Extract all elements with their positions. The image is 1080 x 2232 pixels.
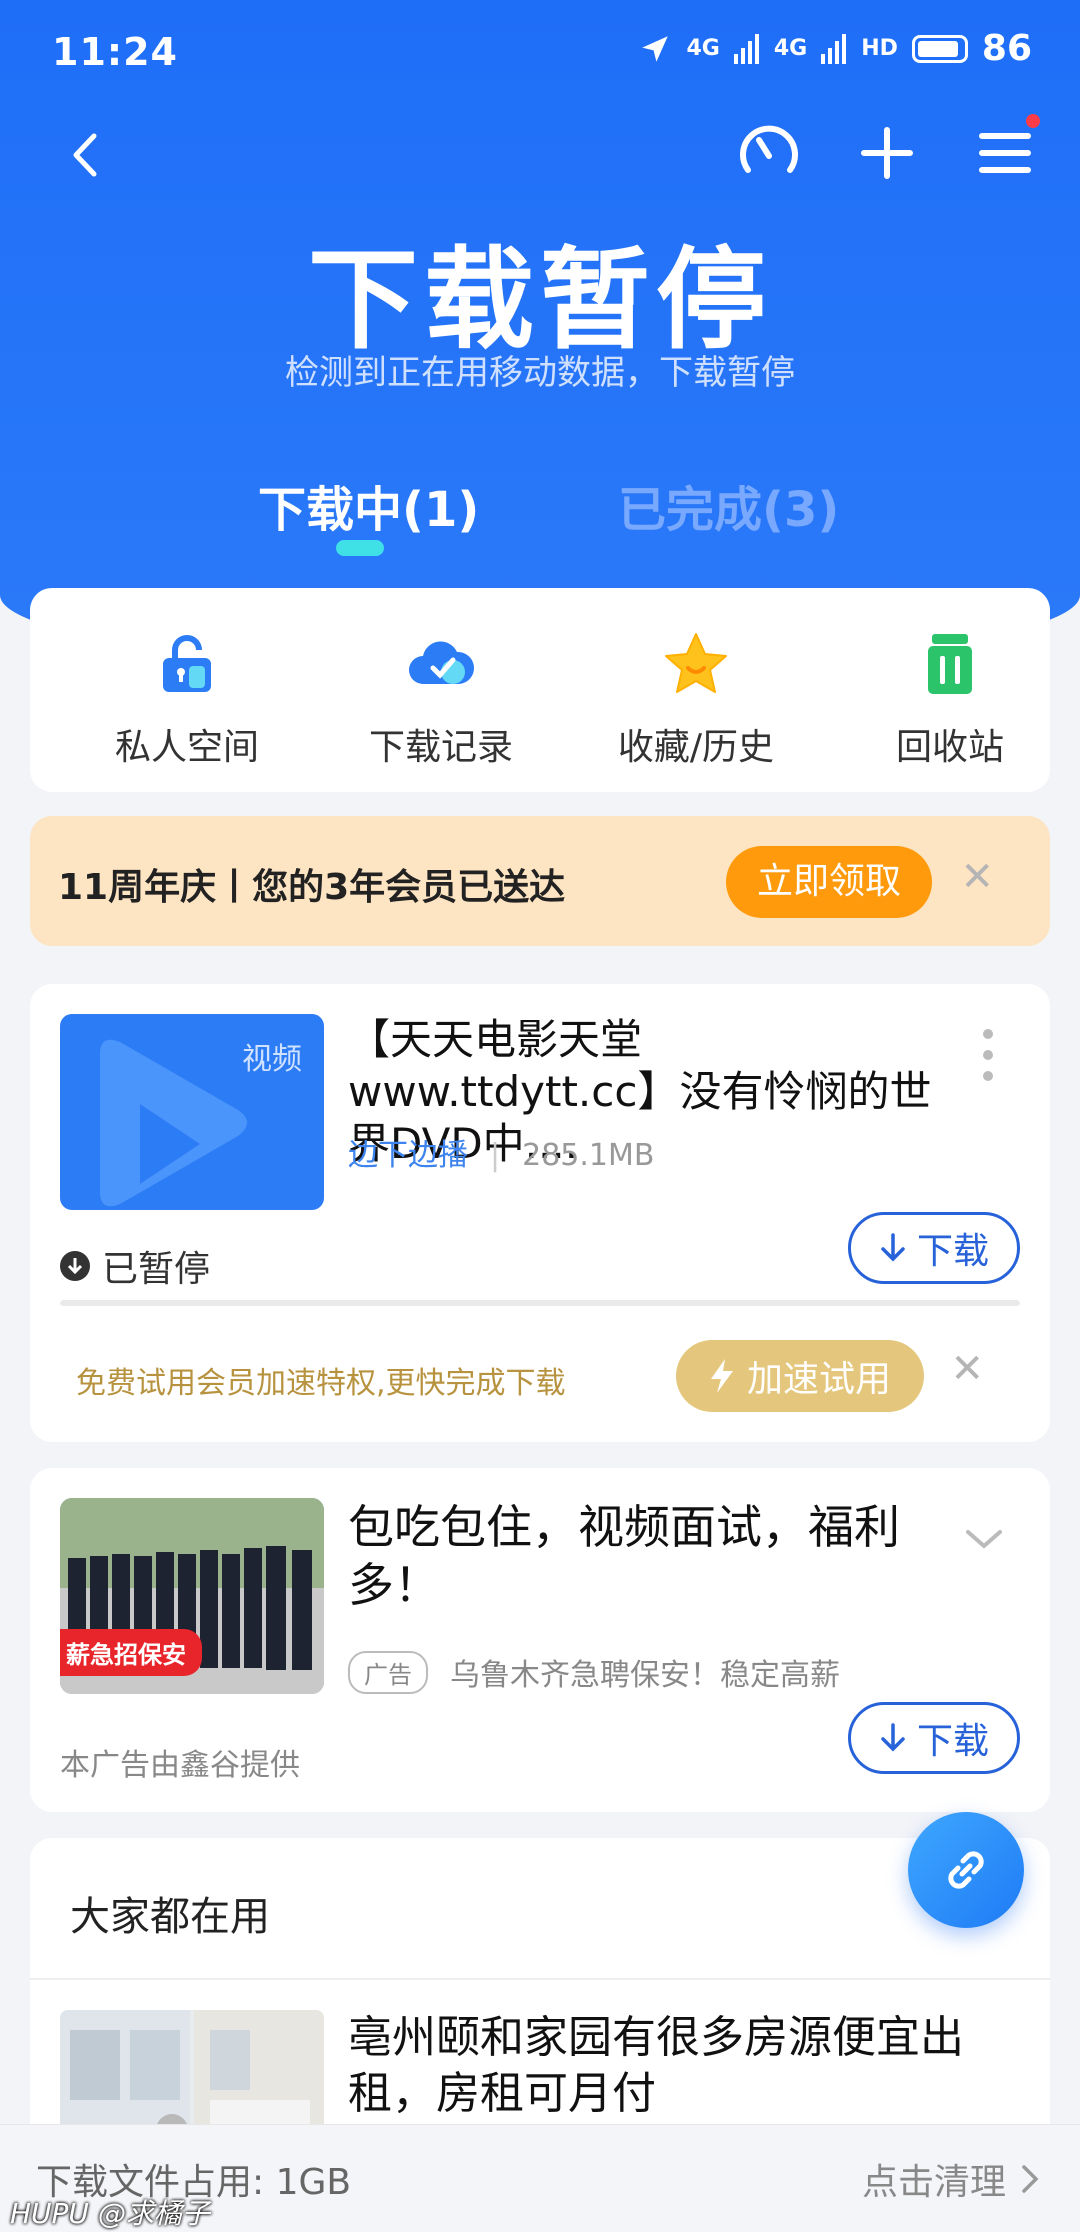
ad-description: 乌鲁木齐急聘保安！稳定高薪 xyxy=(450,1658,840,1693)
ad-badge: 广告 xyxy=(348,1650,428,1694)
video-tag: 视频 xyxy=(242,1042,302,1077)
quick-actions-card: 私人空间 下载记录 收藏/历史 回收站 xyxy=(30,588,1050,792)
signal-bars-icon xyxy=(733,33,759,64)
clean-button[interactable]: 点击清理 xyxy=(862,2153,1040,2205)
menu-icon xyxy=(979,133,1031,173)
signal-4g-label-1: 4G xyxy=(686,35,720,61)
quick-favorites-history[interactable]: 收藏/历史 xyxy=(596,628,796,770)
quick-download-history-label: 下载记录 xyxy=(368,727,513,768)
link-fab-button[interactable] xyxy=(908,1812,1024,1928)
ad-thumbnail[interactable]: 薪急招保安 xyxy=(60,1498,324,1694)
link-icon xyxy=(948,1851,984,1889)
clean-label: 点击清理 xyxy=(861,2162,1006,2203)
download-progress-bar xyxy=(60,1300,1020,1306)
nav-actions xyxy=(734,114,1040,188)
recommend-item-title[interactable]: 亳州颐和家园有很多房源便宜出租，房租可月付 xyxy=(348,2010,1028,2122)
ad-provider: 本广告由鑫谷提供 xyxy=(60,1748,300,1783)
promo-text: 11周年庆丨您的3年会员已送达 xyxy=(58,867,566,908)
lightning-icon xyxy=(710,1359,733,1393)
paused-label: 已暂停 xyxy=(102,1249,211,1290)
page-subtitle: 检测到正在用移动数据，下载暂停 xyxy=(285,353,795,393)
ad-card: 薪急招保安 包吃包住，视频面试，福利多！ 广告 乌鲁木齐急聘保安！稳定高薪 本广… xyxy=(30,1468,1050,1812)
tab-downloading[interactable]: 下载中(1) xyxy=(258,470,479,540)
quick-download-history[interactable]: 下载记录 xyxy=(341,628,541,770)
promo-close-icon[interactable]: ✕ xyxy=(960,854,994,900)
quick-favorites-history-label: 收藏/历史 xyxy=(617,727,775,768)
add-icon[interactable] xyxy=(852,118,922,188)
file-size: 285.1MB xyxy=(522,1138,655,1173)
anniversary-promo-banner: 11周年庆丨您的3年会员已送达 立即领取 ✕ xyxy=(30,816,1050,946)
trash-icon xyxy=(928,634,972,694)
speed-trial-label: 加速试用 xyxy=(746,1359,891,1400)
download-meta: 边下边播 | 285.1MB xyxy=(348,1130,654,1174)
signal-bars-icon xyxy=(821,33,847,64)
tab-completed[interactable]: 已完成(3) xyxy=(618,470,839,540)
hd-label: HD xyxy=(861,35,898,61)
chevron-right-icon xyxy=(1022,2165,1039,2193)
quick-recycle-bin[interactable]: 回收站 xyxy=(850,628,1050,770)
quick-private-space[interactable]: 私人空间 xyxy=(87,628,287,770)
cloud-check-icon xyxy=(409,641,475,684)
top-nav xyxy=(0,110,1080,200)
quick-recycle-bin-label: 回收站 xyxy=(895,727,1004,768)
meta-separator: | xyxy=(490,1138,501,1173)
star-icon xyxy=(665,633,727,693)
tab-indicator xyxy=(336,540,384,556)
paused-status: 已暂停 xyxy=(60,1240,210,1292)
status-time: 11:24 xyxy=(52,30,178,74)
video-thumbnail[interactable]: 视频 xyxy=(60,1014,324,1210)
lock-icon xyxy=(163,635,211,692)
download-tabs: 下载中(1) 已完成(3) xyxy=(0,470,1080,560)
watermark: HUPU @求橘子 xyxy=(10,2197,210,2230)
back-arrow-icon[interactable] xyxy=(60,130,110,180)
download-item-card: 视频 【天天电影天堂www.ttdytt.cc】没有怜悯的世界DVD中.... … xyxy=(30,984,1050,1442)
arrow-down-icon xyxy=(881,1723,905,1752)
download-arrow-circle-icon xyxy=(60,1251,90,1281)
quick-private-space-label: 私人空间 xyxy=(114,727,259,768)
ad-download-button[interactable]: 下载 xyxy=(848,1702,1020,1774)
ad-download-button-label: 下载 xyxy=(916,1721,989,1762)
speed-up-text: 免费试用会员加速特权,更快完成下载 xyxy=(76,1366,566,1401)
ad-meta: 广告 乌鲁木齐急聘保安！稳定高薪 xyxy=(348,1650,840,1694)
signal-4g-label-2: 4G xyxy=(773,35,808,61)
download-button[interactable]: 下载 xyxy=(848,1212,1020,1284)
location-icon xyxy=(642,35,669,62)
speed-close-icon[interactable]: ✕ xyxy=(950,1346,984,1392)
recommend-divider xyxy=(30,1978,1050,1980)
download-button-label: 下载 xyxy=(916,1231,989,1272)
status-icons: 4G 4G HD 86 xyxy=(638,28,1032,69)
chevron-down-icon[interactable] xyxy=(964,1524,1004,1554)
more-vertical-icon[interactable] xyxy=(982,1028,994,1082)
arrow-down-icon xyxy=(881,1233,905,1262)
recommend-title: 大家都在用 xyxy=(70,1894,270,1940)
claim-now-button[interactable]: 立即领取 xyxy=(726,846,932,918)
battery-icon xyxy=(911,34,968,63)
speed-trial-button[interactable]: 加速试用 xyxy=(676,1340,924,1412)
menu-button[interactable] xyxy=(970,114,1040,188)
speed-gauge-icon[interactable] xyxy=(734,118,804,188)
ad-title[interactable]: 包吃包住，视频面试，福利多！ xyxy=(348,1498,908,1614)
ad-thumb-label: 薪急招保安 xyxy=(60,1629,202,1676)
status-bar: 11:24 4G 4G HD 86 xyxy=(0,0,1080,110)
notification-dot xyxy=(1026,114,1040,128)
battery-level: 86 xyxy=(981,28,1032,69)
play-while-downloading-link[interactable]: 边下边播 xyxy=(348,1138,468,1173)
